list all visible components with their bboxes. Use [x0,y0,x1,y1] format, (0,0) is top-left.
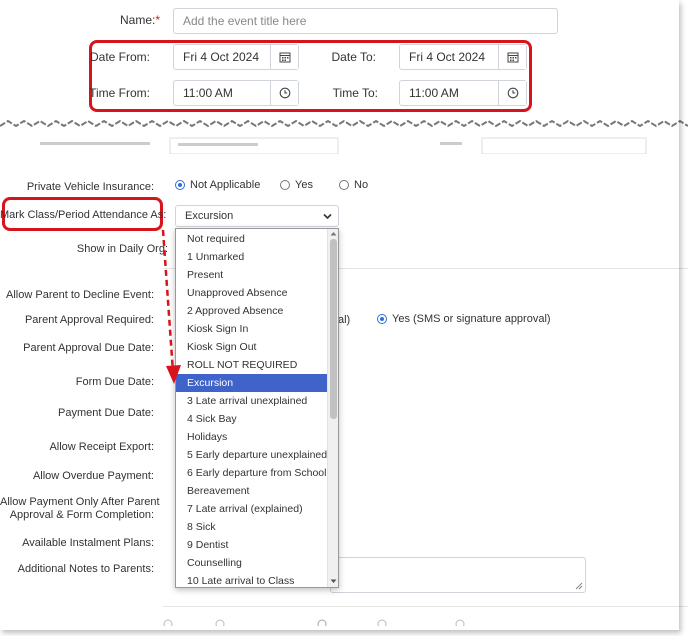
section-divider [163,606,688,607]
time-from-value: 11:00 AM [183,86,233,100]
notes-textarea[interactable] [330,557,586,593]
notes-label: Additional Notes to Parents: [17,563,154,575]
decline-label: Allow Parent to Decline Event: [6,289,154,301]
daily-org-label: Show in Daily Org: [76,243,168,255]
dropdown-option[interactable]: Counselling [176,554,327,572]
payment-only-label-1: Allow Payment Only After Parent [0,496,160,508]
dropdown-option-selected[interactable]: Excursion [176,374,327,392]
scroll-up-icon[interactable] [330,231,337,236]
radio-yes[interactable]: Yes [280,179,313,191]
clock-icon[interactable] [498,81,526,105]
radio-dot-selected [377,314,387,324]
dropdown-option[interactable]: 2 Approved Absence [176,302,327,320]
radio-dot-selected [175,180,185,190]
dropdown-option[interactable]: 7 Late arrival (explained) [176,500,327,518]
radio-not-applicable[interactable]: Not Applicable [175,179,260,191]
dropdown-option[interactable]: Holidays [176,428,327,446]
radio-approval-yes[interactable]: Yes (SMS or signature approval) [377,313,551,325]
attendance-dropdown-list[interactable]: Not required 1 Unmarked Present Unapprov… [175,228,339,588]
dropdown-option[interactable]: 3 Late arrival unexplained [176,392,327,410]
form-due-label: Form Due Date: [75,376,154,388]
dropdown-scrollbar[interactable] [327,229,338,587]
vehicle-insurance-label: Private Vehicle Insurance: [26,181,154,193]
dropdown-option[interactable]: 10 Late arrival to Class [176,572,327,587]
date-to-label: Date To: [331,50,376,64]
dropdown-option[interactable]: Kiosk Sign In [176,320,327,338]
dropdown-option[interactable]: Not required [176,230,327,248]
dropdown-option[interactable]: Kiosk Sign Out [176,338,327,356]
resize-handle-icon[interactable] [575,582,583,590]
calendar-icon[interactable] [498,45,526,69]
time-from-input[interactable]: 11:00 AM [173,80,299,106]
date-to-value: Fri 4 Oct 2024 [409,50,486,64]
arrow-annotation [161,229,181,384]
time-to-label: Time To: [332,86,378,100]
date-from-input[interactable]: Fri 4 Oct 2024 [173,44,299,70]
name-input[interactable]: Add the event title here [173,8,558,34]
dropdown-option[interactable]: 1 Unmarked [176,248,327,266]
receipt-export-label: Allow Receipt Export: [49,441,154,453]
radio-dot [280,180,290,190]
instalment-plans-label: Available Instalment Plans: [22,537,154,549]
torn-edge [0,119,688,154]
dropdown-option[interactable]: 8 Sick [176,518,327,536]
date-from-label: Date From: [89,50,150,64]
chevron-down-icon [323,213,332,220]
partial-radio-row [163,619,465,626]
time-to-value: 11:00 AM [409,86,459,100]
dropdown-option[interactable]: 9 Dentist [176,536,327,554]
date-from-value: Fri 4 Oct 2024 [183,50,260,64]
attendance-label: Mark Class/Period Attendance As: [0,209,167,221]
dropdown-option[interactable]: 6 Early departure from School [176,464,327,482]
payment-only-label-2: Approval & Form Completion: [9,509,154,521]
radio-no[interactable]: No [339,179,368,191]
approval-required-label: Parent Approval Required: [24,314,154,326]
dropdown-option[interactable]: Present [176,266,327,284]
scroll-down-icon[interactable] [330,579,337,584]
name-label: Name:* [119,13,160,27]
attendance-select[interactable]: Excursion [175,205,339,227]
clock-icon[interactable] [270,81,298,105]
attendance-select-value: Excursion [185,210,234,222]
time-from-label: Time From: [89,86,150,100]
dropdown-option[interactable]: ROLL NOT REQUIRED [176,356,327,374]
date-to-input[interactable]: Fri 4 Oct 2024 [399,44,527,70]
name-placeholder: Add the event title here [183,14,307,28]
dropdown-option[interactable]: Bereavement [176,482,327,500]
dropdown-option[interactable]: Unapproved Absence [176,284,327,302]
approval-due-label: Parent Approval Due Date: [23,342,154,354]
overdue-payment-label: Allow Overdue Payment: [32,470,154,482]
time-to-input[interactable]: 11:00 AM [399,80,527,106]
radio-dot [339,180,349,190]
calendar-icon[interactable] [270,45,298,69]
scrollbar-thumb[interactable] [330,239,337,419]
payment-due-label: Payment Due Date: [58,407,154,419]
dropdown-option[interactable]: 5 Early departure unexplained [176,446,327,464]
dropdown-option[interactable]: 4 Sick Bay [176,410,327,428]
approval-partial-text: al) [338,314,351,326]
